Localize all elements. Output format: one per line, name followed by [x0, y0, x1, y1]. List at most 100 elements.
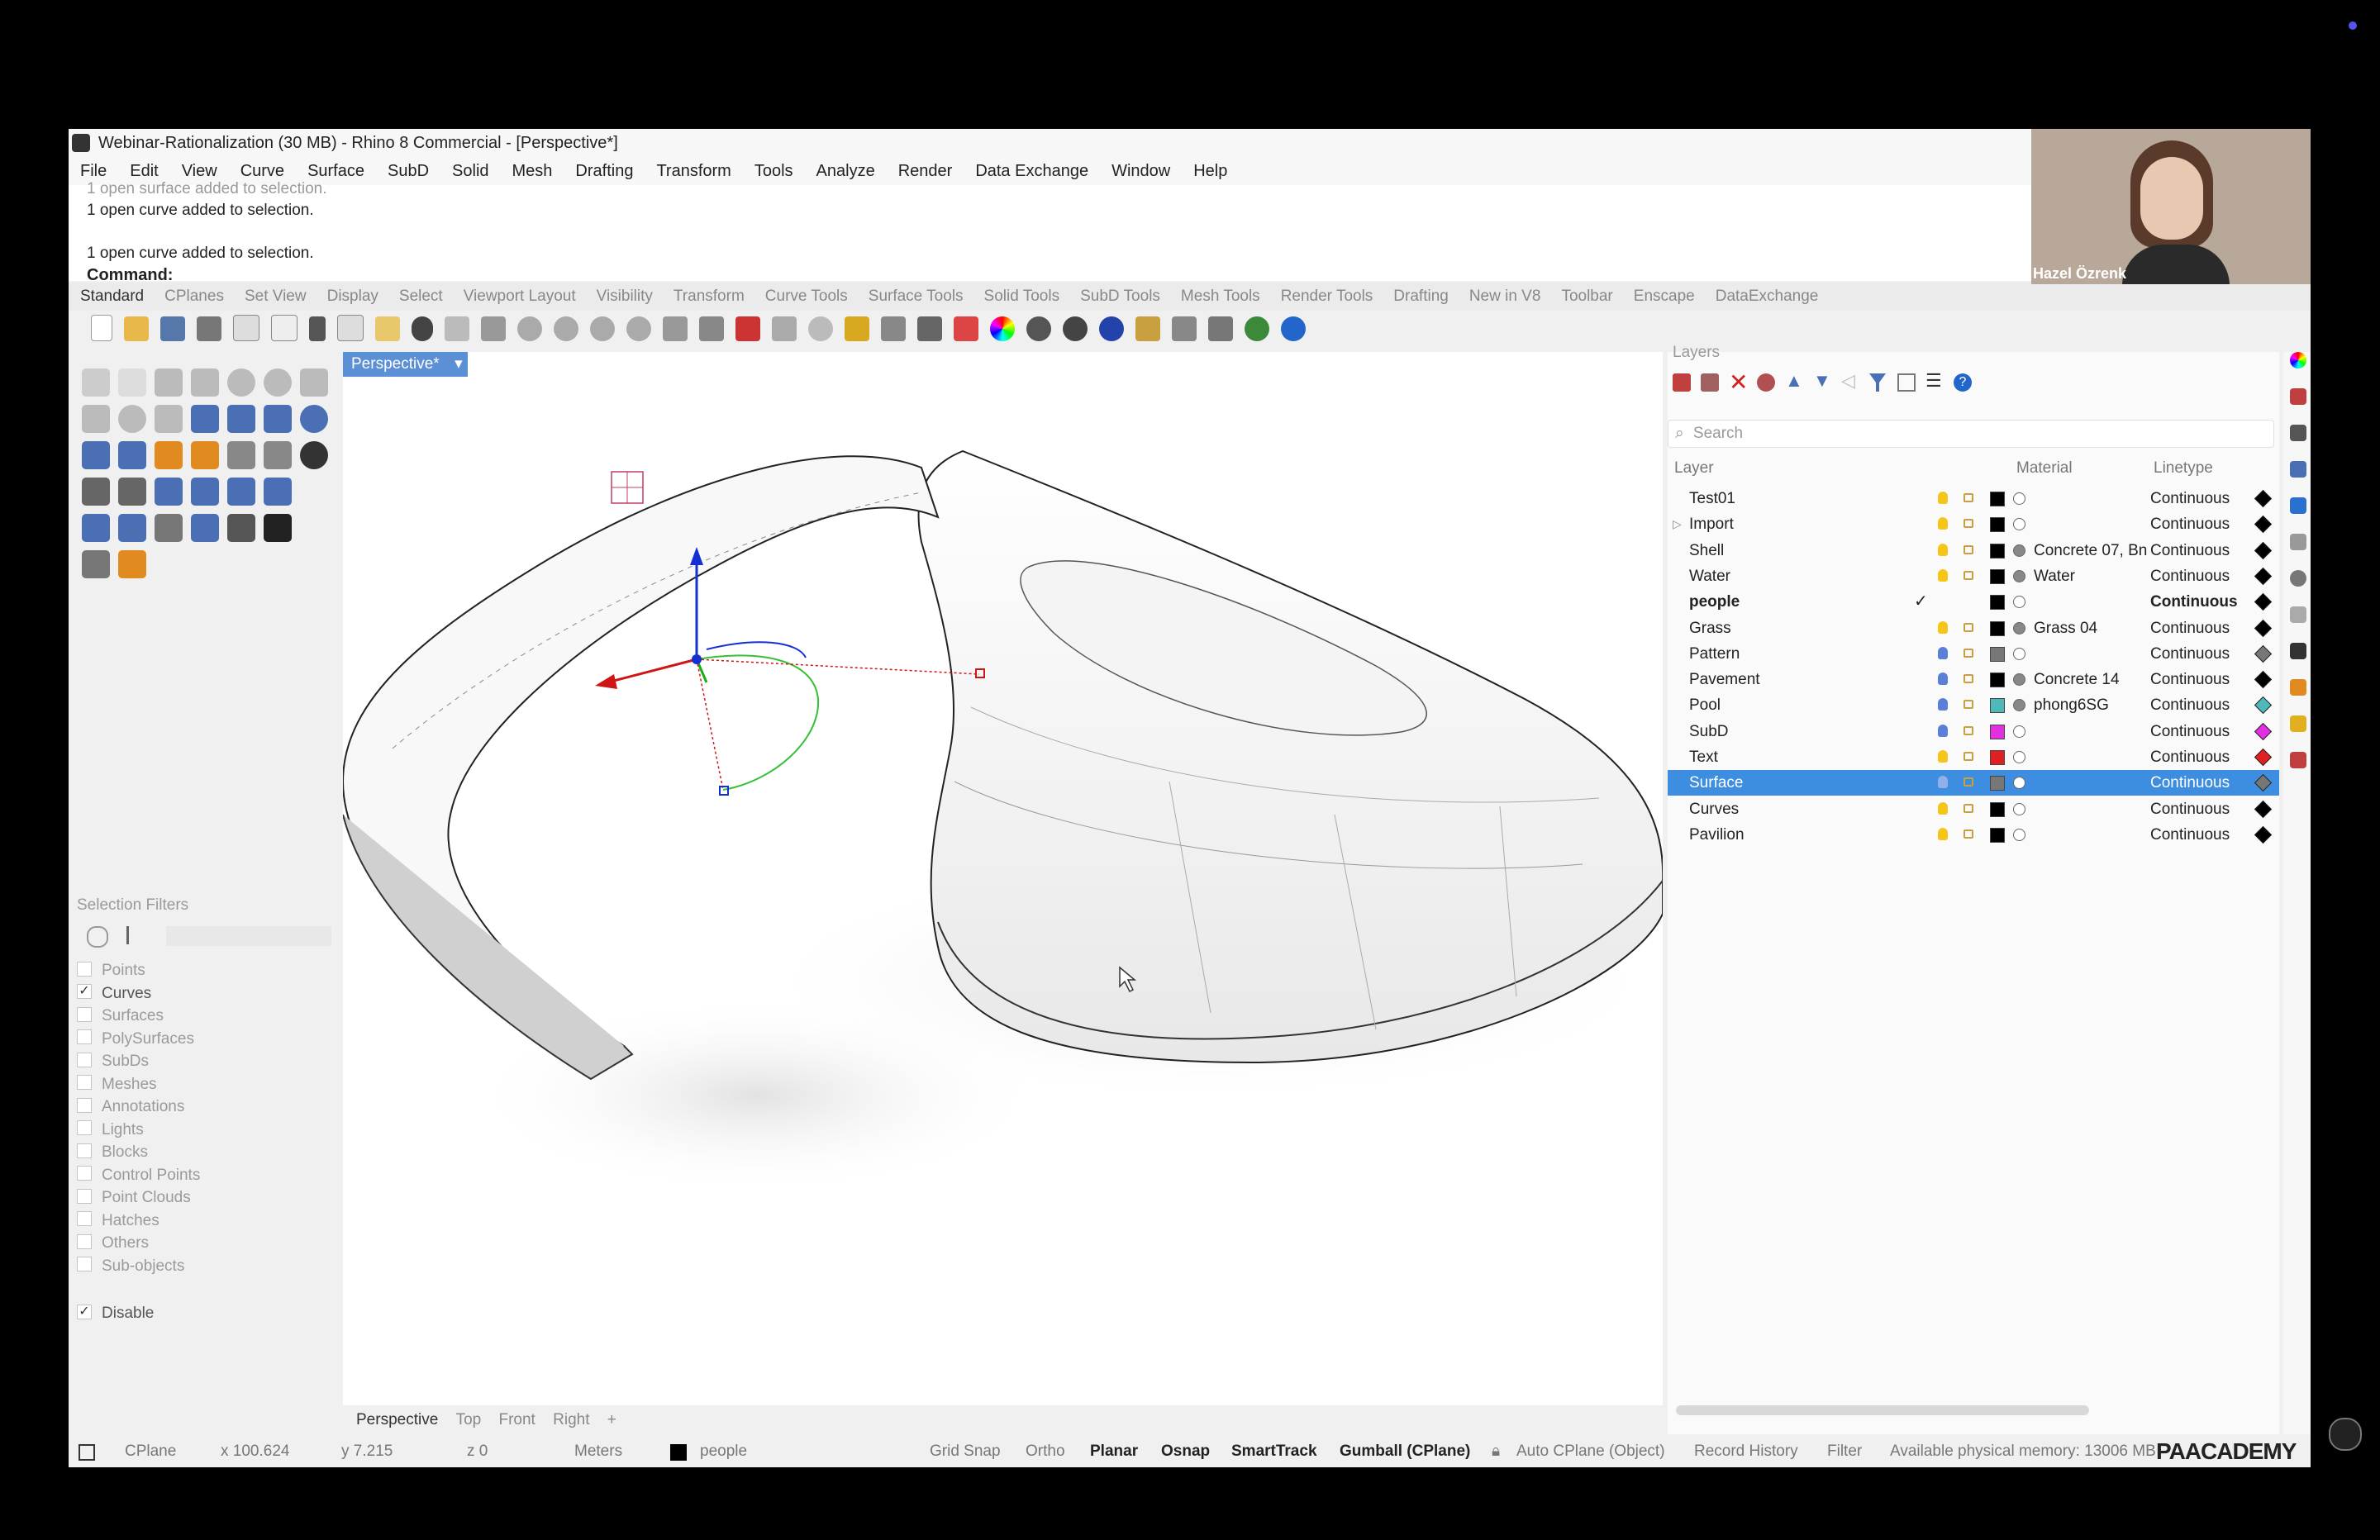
menu-analyze[interactable]: Analyze	[816, 157, 875, 185]
layer-linetype[interactable]: Continuous	[2150, 511, 2230, 537]
layer-row-pattern[interactable]: Pattern Continuous	[1668, 641, 2279, 667]
layer-color-swatch[interactable]	[1990, 543, 2005, 558]
gumball-scale-handle[interactable]	[719, 786, 729, 796]
material-sphere-icon[interactable]	[2013, 492, 2025, 505]
lock-icon[interactable]	[1963, 544, 1973, 554]
shaded-sphere-icon[interactable]	[1026, 316, 1051, 341]
print-color-diamond-icon[interactable]	[2254, 722, 2273, 740]
filter-toggle[interactable]: Filter	[1827, 1436, 1862, 1467]
layer-row-import[interactable]: ▷ Import Continuous	[1668, 511, 2279, 537]
filter-row-points[interactable]: Points	[77, 959, 145, 982]
osnap-toggle[interactable]: Osnap	[1161, 1436, 1210, 1467]
lock-icon[interactable]	[1963, 777, 1973, 787]
circle-icon[interactable]	[227, 368, 255, 397]
layer-color-swatch[interactable]	[1990, 595, 2005, 611]
filter-row-annotations[interactable]: Annotations	[77, 1096, 184, 1118]
menu-help[interactable]: Help	[1193, 157, 1227, 185]
layer-row-pavement[interactable]: Pavement Concrete 14 Continuous	[1668, 667, 2279, 692]
lock-icon[interactable]	[1963, 700, 1973, 710]
tab-viewport-layout[interactable]: Viewport Layout	[464, 283, 576, 311]
layer-linetype[interactable]: Continuous	[2150, 589, 2238, 615]
color-panel-icon[interactable]	[2290, 352, 2306, 368]
material-sphere-icon[interactable]	[2013, 647, 2025, 660]
materials-tab-icon[interactable]	[2290, 497, 2306, 514]
lock-icon[interactable]	[1963, 493, 1973, 502]
extrude-icon[interactable]	[118, 441, 146, 469]
layer-linetype[interactable]: Continuous	[2150, 796, 2230, 822]
print-color-diamond-icon[interactable]	[2254, 696, 2273, 715]
print-color-diamond-icon[interactable]	[2254, 489, 2273, 508]
material-sphere-icon[interactable]	[2013, 673, 2025, 687]
filter-disable-row[interactable]: ✓ Disable	[77, 1302, 154, 1324]
tab-render-tools[interactable]: Render Tools	[1281, 283, 1373, 311]
tab-visibility[interactable]: Visibility	[597, 283, 653, 311]
light-bulb-icon[interactable]	[1938, 724, 1948, 737]
filter-row-sub-objects[interactable]: Sub-objects	[77, 1255, 184, 1277]
checkbox[interactable]: ✓	[77, 1304, 92, 1319]
lock-icon[interactable]	[1963, 829, 1973, 839]
layer-row-surface[interactable]: Surface Continuous	[1668, 770, 2279, 796]
filter-row-control-points[interactable]: Control Points	[77, 1164, 200, 1186]
filter-row-subds[interactable]: SubDs	[77, 1050, 149, 1072]
filter-field[interactable]	[166, 926, 331, 946]
filter-row-hatches[interactable]: Hatches	[77, 1210, 159, 1232]
menu-data-exchange[interactable]: Data Exchange	[975, 157, 1088, 185]
flow-icon[interactable]	[227, 514, 255, 542]
polyline-icon[interactable]	[155, 368, 183, 397]
filter-row-others[interactable]: Others	[77, 1232, 149, 1254]
funnel-icon[interactable]	[1869, 373, 1886, 392]
light-bulb-icon[interactable]	[1938, 827, 1948, 840]
move-down-icon[interactable]: ▼	[1813, 370, 1831, 392]
material-sphere-icon[interactable]	[2013, 699, 2025, 712]
layer-color-swatch[interactable]	[1990, 620, 2005, 636]
layer-material[interactable]: Concrete 14	[2034, 667, 2148, 692]
tab-solid-tools[interactable]: Solid Tools	[984, 283, 1060, 311]
material-sphere-icon[interactable]	[2013, 802, 2025, 815]
checkbox[interactable]	[77, 1257, 92, 1272]
layer-row-test01[interactable]: Test01 Continuous	[1668, 486, 2279, 511]
render-tools-icon[interactable]	[118, 550, 146, 578]
sun-tab-icon[interactable]	[2290, 679, 2306, 696]
add-viewport-icon[interactable]: +	[607, 1405, 616, 1435]
print-icon[interactable]	[197, 316, 221, 341]
layer-row-subd[interactable]: SubD Continuous	[1668, 719, 2279, 744]
tab-select[interactable]: Select	[399, 283, 443, 311]
light-bulb-icon[interactable]	[1938, 646, 1948, 659]
print-color-diamond-icon[interactable]	[2254, 748, 2273, 767]
table-icon[interactable]	[1897, 373, 1916, 392]
layers-scrollbar[interactable]	[1676, 1405, 2089, 1415]
smarttrack-toggle[interactable]: SmartTrack	[1231, 1436, 1317, 1467]
layer-name[interactable]: Surface	[1689, 770, 1743, 796]
planar-toggle[interactable]: Planar	[1090, 1436, 1138, 1467]
filter-row-point-clouds[interactable]: Point Clouds	[77, 1186, 191, 1209]
layer-name[interactable]: Water	[1689, 563, 1730, 589]
tab-cplanes[interactable]: CPlanes	[164, 283, 224, 311]
help-icon[interactable]: ?	[1954, 373, 1972, 392]
layer-linetype[interactable]: Continuous	[2150, 822, 2230, 848]
layer-row-curves[interactable]: Curves Continuous	[1668, 796, 2279, 822]
checkbox[interactable]	[77, 1075, 92, 1091]
gumball-toggle[interactable]: Gumball (CPlane)	[1340, 1436, 1470, 1467]
layer-name[interactable]: Pavement	[1689, 667, 1760, 692]
open-folder-icon[interactable]	[124, 316, 149, 341]
four-view-icon[interactable]	[699, 316, 724, 341]
menu-mesh[interactable]: Mesh	[512, 157, 553, 185]
lock-icon[interactable]	[1963, 752, 1973, 761]
menu-transform[interactable]: Transform	[656, 157, 731, 185]
layer-name[interactable]: SubD	[1689, 719, 1729, 744]
undo-view-icon[interactable]	[663, 316, 688, 341]
material-sphere-icon[interactable]	[2013, 725, 2025, 738]
viewport-tab-right[interactable]: Right	[553, 1405, 589, 1435]
units-label[interactable]: Meters	[574, 1436, 622, 1467]
current-layer[interactable]: people	[700, 1436, 747, 1467]
layer-row-shell[interactable]: Shell Concrete 07, Bn Continuous	[1668, 538, 2279, 563]
material-sphere-icon[interactable]	[2013, 777, 2025, 790]
dimension-icon[interactable]	[227, 478, 255, 506]
checkbox[interactable]	[77, 1097, 92, 1113]
rotate-view-icon[interactable]	[481, 316, 506, 341]
contour-icon[interactable]	[118, 514, 146, 542]
fillet-curve-icon[interactable]	[155, 405, 183, 433]
notes-tab-icon[interactable]	[2290, 715, 2306, 732]
layer-linetype[interactable]: Continuous	[2150, 616, 2230, 641]
tab-set-view[interactable]: Set View	[245, 283, 307, 311]
